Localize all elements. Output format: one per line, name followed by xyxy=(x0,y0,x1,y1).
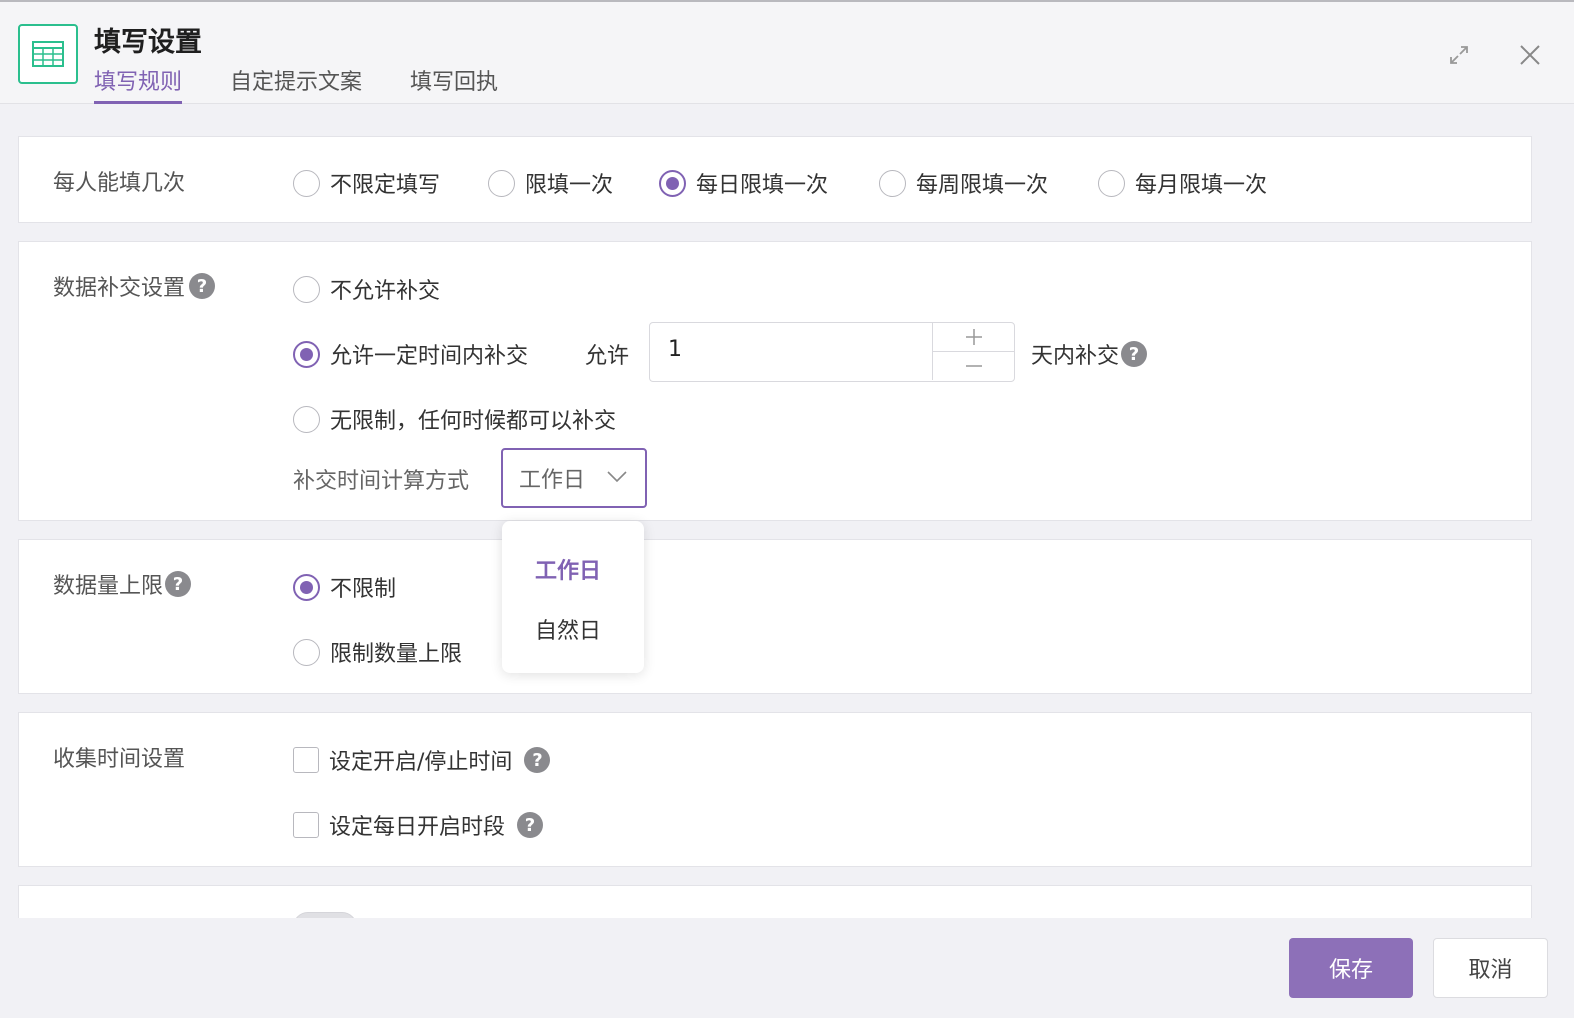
option-limit-count[interactable]: 限制数量上限 xyxy=(293,636,462,668)
checkbox-icon xyxy=(293,747,319,773)
radio-selected-icon xyxy=(293,340,320,368)
data-limit-label-text: 数据量上限 xyxy=(53,574,164,599)
help-icon[interactable]: ? xyxy=(1121,341,1148,367)
settings-content[interactable]: 每人能填几次 不限定填写 限填一次 每日限填一次 每周限填一次 每月限填一次 数… xyxy=(0,104,1574,918)
radio-selected-icon xyxy=(293,573,320,601)
table-icon xyxy=(18,24,78,84)
fill-count-label: 每人能填几次 xyxy=(53,171,186,196)
option-label: 允许一定时间内补交 xyxy=(330,344,529,369)
option-label: 无限制，任何时候都可以补交 xyxy=(330,409,617,434)
days-value[interactable]: 1 xyxy=(668,337,682,362)
fill-count-card: 每人能填几次 不限定填写 限填一次 每日限填一次 每周限填一次 每月限填一次 xyxy=(18,136,1532,223)
dialog-footer: 保存 取消 xyxy=(0,918,1574,1018)
option-label: 不限定填写 xyxy=(330,173,441,198)
calc-method-dropdown: 工作日 自然日 xyxy=(502,521,644,673)
expand-icon[interactable] xyxy=(1442,38,1476,72)
days-stepper xyxy=(932,323,1014,380)
radio-icon xyxy=(488,169,515,197)
calc-method-select[interactable]: 工作日 xyxy=(501,448,647,508)
dialog-title: 填写设置 xyxy=(94,27,202,58)
tab-fill-rules[interactable]: 填写规则 xyxy=(94,64,183,104)
checkbox-icon xyxy=(293,812,319,838)
days-number-input[interactable]: 1 xyxy=(649,322,1015,382)
option-unlimited-resubmit[interactable]: 无限制，任何时候都可以补交 xyxy=(293,403,616,435)
radio-icon xyxy=(293,405,320,433)
days-suffix: 天内补交 ? xyxy=(1031,338,1148,370)
option-label: 不限制 xyxy=(330,577,397,602)
option-daily-period[interactable]: 设定每日开启时段 ? xyxy=(293,809,544,841)
dropdown-option-natural-day[interactable]: 自然日 xyxy=(535,613,601,645)
decrement-button[interactable] xyxy=(933,352,1014,381)
option-label: 每周限填一次 xyxy=(916,173,1049,198)
help-icon[interactable]: ? xyxy=(189,273,216,299)
radio-selected-icon xyxy=(659,169,686,197)
calc-method-label: 补交时间计算方式 xyxy=(293,469,470,494)
option-label: 限填一次 xyxy=(525,173,614,198)
option-once[interactable]: 限填一次 xyxy=(488,167,613,199)
dialog-header: 填写设置 填写规则 自定提示文案 填写回执 xyxy=(0,2,1574,104)
resubmit-label: 数据补交设置 ? xyxy=(53,270,216,302)
resubmit-label-text: 数据补交设置 xyxy=(53,276,186,301)
option-label: 不允许补交 xyxy=(330,279,441,304)
data-limit-card: 数据量上限 ? 不限制 限制数量上限 xyxy=(18,539,1532,694)
option-no-resubmit[interactable]: 不允许补交 xyxy=(293,273,440,305)
select-value: 工作日 xyxy=(519,468,586,493)
partial-card xyxy=(18,885,1532,918)
tab-receipt[interactable]: 填写回执 xyxy=(410,64,498,104)
option-weekly-once[interactable]: 每周限填一次 xyxy=(879,167,1048,199)
collect-time-card: 收集时间设置 设定开启/停止时间 ? 设定每日开启时段 ? xyxy=(18,712,1532,867)
option-label: 设定每日开启时段 xyxy=(329,815,506,840)
tab-bar: 填写规则 自定提示文案 填写回执 xyxy=(94,64,546,104)
option-monthly-once[interactable]: 每月限填一次 xyxy=(1098,167,1267,199)
collect-time-label: 收集时间设置 xyxy=(53,747,186,772)
help-icon[interactable]: ? xyxy=(524,747,551,773)
radio-icon xyxy=(293,638,320,666)
radio-icon xyxy=(293,275,320,303)
dropdown-option-workday[interactable]: 工作日 xyxy=(535,553,601,585)
option-label: 每月限填一次 xyxy=(1135,173,1268,198)
radio-icon xyxy=(879,169,906,197)
help-icon[interactable]: ? xyxy=(165,571,192,597)
days-suffix-text: 天内补交 xyxy=(1031,344,1120,369)
cancel-button[interactable]: 取消 xyxy=(1433,938,1548,998)
close-icon[interactable] xyxy=(1513,38,1547,72)
option-start-stop-time[interactable]: 设定开启/停止时间 ? xyxy=(293,744,551,776)
option-unlimited[interactable]: 不限定填写 xyxy=(293,167,440,199)
increment-button[interactable] xyxy=(933,323,1014,352)
option-daily-once[interactable]: 每日限填一次 xyxy=(659,167,828,199)
radio-icon xyxy=(1098,169,1125,197)
chevron-down-icon xyxy=(607,471,627,483)
allow-prefix: 允许 xyxy=(585,344,630,369)
save-button[interactable]: 保存 xyxy=(1289,938,1413,998)
option-label: 设定开启/停止时间 xyxy=(329,750,513,775)
data-limit-label: 数据量上限 ? xyxy=(53,568,192,600)
resubmit-card: 数据补交设置 ? 不允许补交 允许一定时间内补交 允许 1 天内补交 ? 无限制… xyxy=(18,241,1532,521)
option-label: 限制数量上限 xyxy=(330,642,463,667)
radio-icon xyxy=(293,169,320,197)
option-timed-resubmit[interactable]: 允许一定时间内补交 xyxy=(293,338,528,370)
option-label: 每日限填一次 xyxy=(696,173,829,198)
tab-custom-prompt[interactable]: 自定提示文案 xyxy=(230,64,362,104)
help-icon[interactable]: ? xyxy=(517,812,544,838)
option-no-limit[interactable]: 不限制 xyxy=(293,571,396,603)
